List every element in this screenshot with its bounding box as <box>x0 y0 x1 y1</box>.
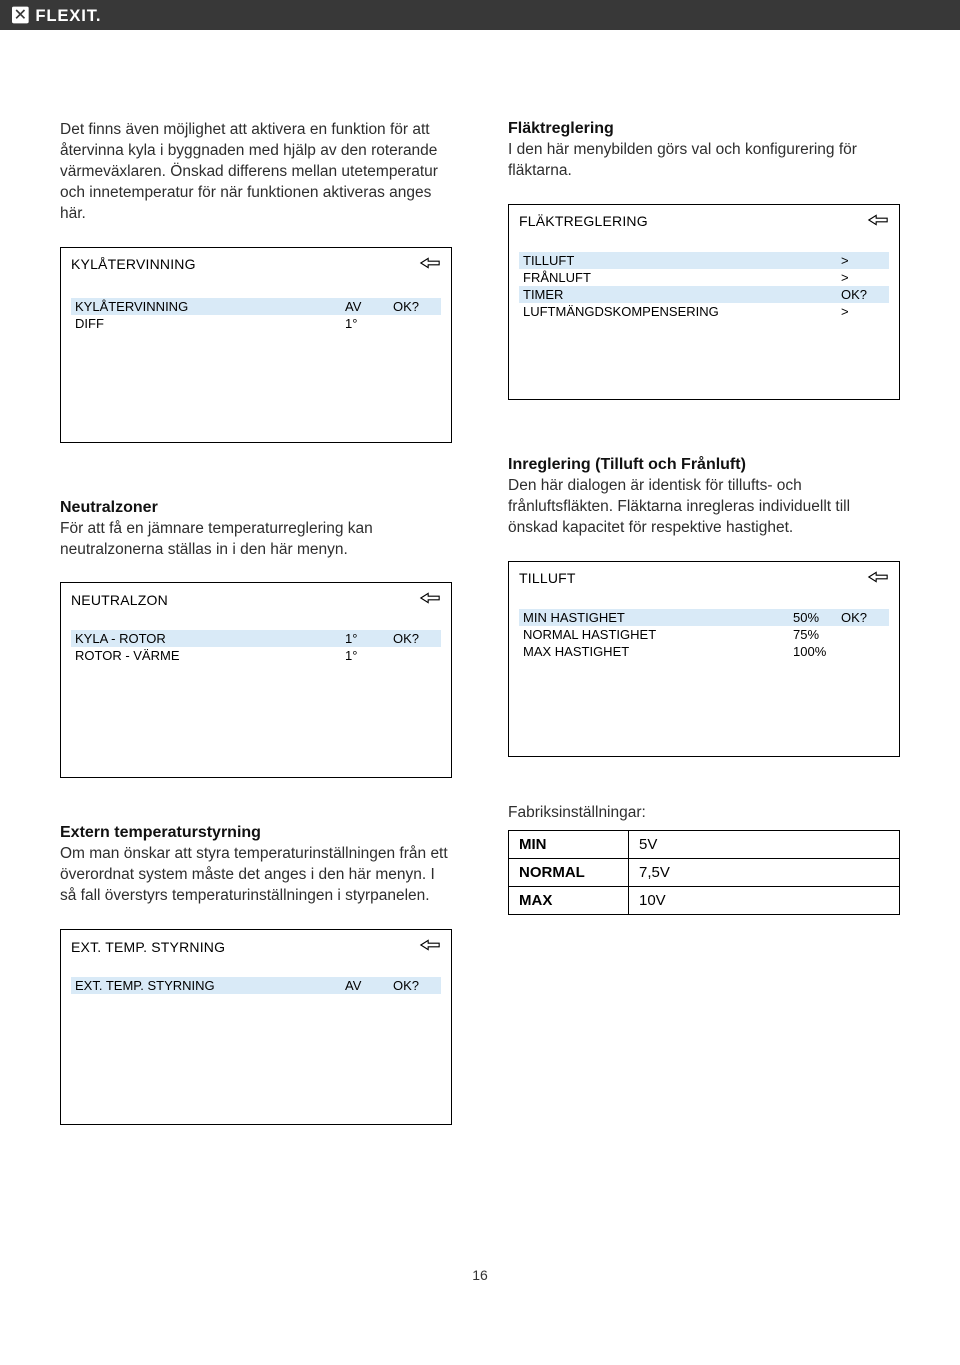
heading-neutralzoner: Neutralzoner <box>60 499 452 517</box>
row-label: ROTOR - VÄRME <box>75 648 345 663</box>
panel-title: NEUTRALZON <box>71 592 168 608</box>
menu-row[interactable]: DIFF 1° <box>71 315 441 332</box>
row-value: 1° <box>345 648 393 663</box>
menu-row[interactable]: KYLA - ROTOR 1° OK? <box>71 630 441 647</box>
panel-title: EXT. TEMP. STYRNING <box>71 939 225 955</box>
fabrik-label: Fabriksinställningar: <box>508 803 900 824</box>
panel-tilluft: TILLUFT MIN HASTIGHET 50% OK? NORMAL HAS… <box>508 561 900 757</box>
row-value: > <box>841 304 885 319</box>
cell-key: MIN <box>509 830 629 858</box>
row-label: LUFTMÄNGDSKOMPENSERING <box>523 304 841 319</box>
heading-ext-temp: Extern temperaturstyrning <box>60 824 452 842</box>
row-value: AV <box>345 299 393 314</box>
row-label: KYLÅTERVINNING <box>75 299 345 314</box>
row-ok: OK? <box>841 610 885 625</box>
heading-inreglering: Inreglering (Tilluft och Frånluft) <box>508 456 900 474</box>
menu-row[interactable]: MIN HASTIGHET 50% OK? <box>519 609 889 626</box>
menu-row[interactable]: TIMER OK? <box>519 286 889 303</box>
cell-val: 5V <box>629 830 900 858</box>
menu-row[interactable]: ROTOR - VÄRME 1° <box>71 647 441 664</box>
row-label: MIN HASTIGHET <box>523 610 793 625</box>
panel-kylatervinning: KYLÅTERVINNING KYLÅTERVINNING AV OK? DIF… <box>60 247 452 443</box>
table-row: NORMAL 7,5V <box>509 858 900 886</box>
menu-row[interactable]: LUFTMÄNGDSKOMPENSERING > <box>519 303 889 320</box>
text-neutralzoner: För att få en jämnare temperaturreglerin… <box>60 519 452 561</box>
panel-ext-temp: EXT. TEMP. STYRNING EXT. TEMP. STYRNING … <box>60 929 452 1125</box>
brand-text: FLEXIT. <box>35 6 101 25</box>
text-ext-temp: Om man önskar att styra temperaturinstäl… <box>60 844 452 907</box>
menu-row[interactable]: EXT. TEMP. STYRNING AV OK? <box>71 977 441 994</box>
menu-row[interactable]: MAX HASTIGHET 100% <box>519 643 889 660</box>
back-icon[interactable] <box>419 256 441 273</box>
back-icon[interactable] <box>419 591 441 608</box>
row-label: DIFF <box>75 316 345 331</box>
row-label: EXT. TEMP. STYRNING <box>75 978 345 993</box>
row-value: 100% <box>793 644 841 659</box>
row-ok: OK? <box>393 978 437 993</box>
row-value: 50% <box>793 610 841 625</box>
fabrik-table: MIN 5V NORMAL 7,5V MAX 10V <box>508 830 900 915</box>
back-icon[interactable] <box>419 938 441 955</box>
heading-flaktreglering: Fläktreglering <box>508 120 900 138</box>
panel-flaktreglering: FLÄKTREGLERING TILLUFT > FRÅNLUFT > <box>508 204 900 400</box>
row-value: > <box>841 253 885 268</box>
intro-text: Det finns även möjlighet att aktivera en… <box>60 120 452 225</box>
page-number: 16 <box>60 1267 900 1283</box>
text-inreglering: Den här dialogen är identisk för tilluft… <box>508 476 900 539</box>
panel-title: KYLÅTERVINNING <box>71 256 196 272</box>
row-label: TIMER <box>523 287 841 302</box>
brand-bar: FLEXIT. <box>0 0 960 30</box>
row-value: 1° <box>345 316 393 331</box>
row-value: 75% <box>793 627 841 642</box>
row-label: NORMAL HASTIGHET <box>523 627 793 642</box>
row-label: FRÅNLUFT <box>523 270 841 285</box>
text-flaktreglering: I den här menybilden görs val och konfig… <box>508 140 900 182</box>
row-label: MAX HASTIGHET <box>523 644 793 659</box>
row-value: > <box>841 270 885 285</box>
back-icon[interactable] <box>867 213 889 230</box>
table-row: MIN 5V <box>509 830 900 858</box>
panel-title: TILLUFT <box>519 570 576 586</box>
menu-row[interactable]: FRÅNLUFT > <box>519 269 889 286</box>
menu-row[interactable]: KYLÅTERVINNING AV OK? <box>71 298 441 315</box>
row-value: AV <box>345 978 393 993</box>
row-value: 1° <box>345 631 393 646</box>
cell-key: NORMAL <box>509 858 629 886</box>
panel-title: FLÄKTREGLERING <box>519 213 648 229</box>
menu-row[interactable]: TILLUFT > <box>519 252 889 269</box>
cell-val: 7,5V <box>629 858 900 886</box>
row-label: KYLA - ROTOR <box>75 631 345 646</box>
row-ok: OK? <box>393 299 437 314</box>
row-label: TILLUFT <box>523 253 841 268</box>
menu-row[interactable]: NORMAL HASTIGHET 75% <box>519 626 889 643</box>
cell-val: 10V <box>629 886 900 914</box>
cell-key: MAX <box>509 886 629 914</box>
back-icon[interactable] <box>867 570 889 587</box>
brand-logo: FLEXIT. <box>12 5 162 25</box>
row-ok: OK? <box>393 631 437 646</box>
row-value: OK? <box>841 287 885 302</box>
table-row: MAX 10V <box>509 886 900 914</box>
panel-neutralzon: NEUTRALZON KYLA - ROTOR 1° OK? ROTOR - V… <box>60 582 452 778</box>
